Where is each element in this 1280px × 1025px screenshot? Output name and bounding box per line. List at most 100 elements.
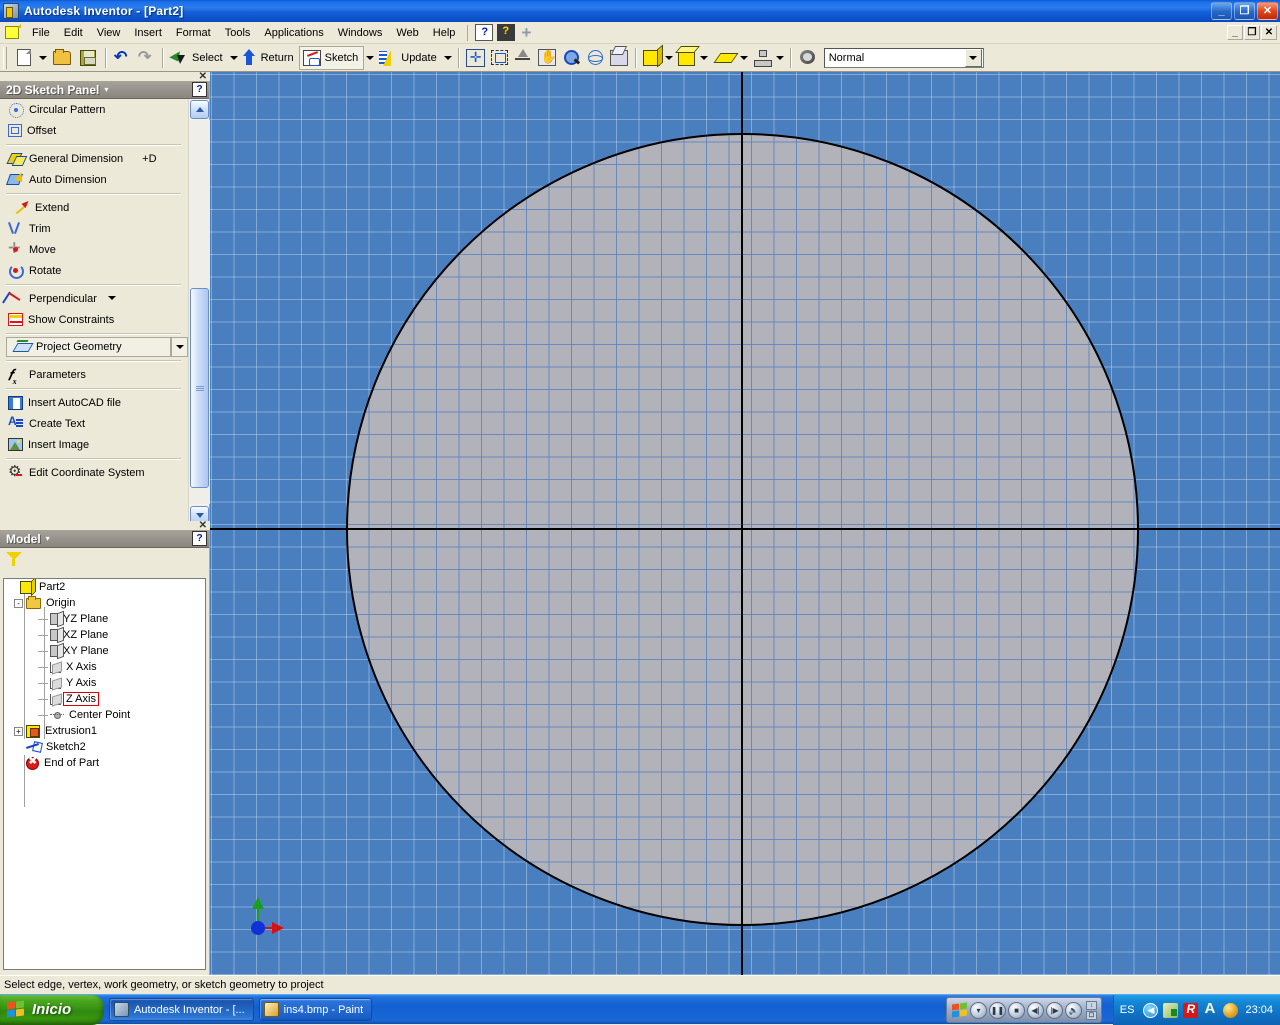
perpendicular-dropdown-arrow[interactable] — [108, 295, 116, 302]
project-geometry-dropdown-arrow[interactable] — [171, 337, 188, 357]
media-resize-buttons[interactable]: ↕☐ — [1086, 999, 1097, 1021]
menu-item-view[interactable]: View — [90, 24, 128, 42]
close-button[interactable]: ✕ — [1257, 2, 1278, 20]
mdi-restore-button[interactable]: ❐ — [1244, 25, 1260, 40]
menu-item-windows[interactable]: Windows — [331, 24, 390, 42]
cd-icon[interactable] — [1223, 1003, 1238, 1018]
model-panel-close-icon[interactable]: ✕ — [199, 521, 207, 530]
sketch-tool-circular-pattern[interactable]: Circular Pattern — [0, 99, 189, 120]
tree-item-sketch2[interactable]: Sketch2 — [4, 739, 205, 755]
save-button[interactable] — [75, 46, 101, 70]
shadow-button[interactable] — [710, 46, 738, 70]
tree-item-xz-plane[interactable]: XZ Plane — [4, 627, 205, 643]
sketch-dropdown-arrow[interactable] — [364, 47, 376, 69]
sketch-tool-create-text[interactable]: Create Text — [0, 413, 189, 434]
media-menu-icon[interactable]: ▾ — [970, 1002, 987, 1019]
open-button[interactable] — [49, 46, 75, 70]
style-combo[interactable]: Normal — [824, 48, 984, 68]
taskbar-item-paint[interactable]: ins4.bmp - Paint — [259, 998, 372, 1021]
redo-button[interactable] — [134, 46, 158, 70]
sketch-tool-trim[interactable]: Trim — [0, 218, 189, 239]
collapse-expander-icon[interactable]: - — [14, 599, 23, 608]
realplayer-icon[interactable] — [1183, 1003, 1198, 1018]
model-panel-header[interactable]: Model ▾ ? — [0, 530, 209, 548]
menu-item-insert[interactable]: Insert — [127, 24, 169, 42]
new-button[interactable] — [11, 46, 37, 70]
avira-icon[interactable] — [1203, 1003, 1218, 1018]
language-indicator[interactable]: ES — [1120, 1004, 1135, 1016]
select-button[interactable]: Select — [167, 46, 228, 70]
chevron-down-icon[interactable]: ▾ — [104, 85, 108, 94]
camera-dropdown-arrow[interactable] — [698, 47, 710, 69]
chevron-down-icon[interactable]: ▾ — [46, 534, 50, 543]
zoom-button[interactable] — [559, 46, 583, 70]
tree-item-part2[interactable]: Part2 — [4, 579, 205, 595]
mdi-minimize-button[interactable]: _ — [1227, 25, 1243, 40]
menu-item-tools[interactable]: Tools — [218, 24, 258, 42]
sketch-tool-show-constraints[interactable]: Show Constraints — [0, 309, 189, 330]
sketch-canvas[interactable] — [210, 72, 1280, 975]
media-prev-button[interactable]: ◀| — [1027, 1002, 1044, 1019]
media-next-button[interactable]: |▶ — [1046, 1002, 1063, 1019]
sketch-tool-perpendicular[interactable]: Perpendicular — [0, 288, 189, 309]
zoom-all-button[interactable] — [511, 46, 535, 70]
component-dropdown-arrow[interactable] — [774, 47, 786, 69]
tree-item-end-of-part[interactable]: End of Part — [4, 755, 205, 771]
media-stop-button[interactable]: ■ — [1008, 1002, 1025, 1019]
mdi-close-button[interactable]: ✕ — [1261, 25, 1277, 40]
sketch-tool-parameters[interactable]: 𝑓x Parameters — [0, 364, 189, 385]
restore-button[interactable]: ❐ — [1234, 2, 1255, 20]
grid-help-icon[interactable] — [497, 24, 515, 41]
sketch-tool-general-dimension[interactable]: General Dimension +D — [0, 148, 189, 169]
display-shaded-button[interactable] — [640, 46, 663, 70]
sketch-tool-insert-autocad-file[interactable]: Insert AutoCAD file — [0, 392, 189, 413]
rotate-view-button[interactable] — [583, 46, 607, 70]
tree-item-yz-plane[interactable]: YZ Plane — [4, 611, 205, 627]
model-browser-tree[interactable]: Part2 - Origin YZ Plane XZ Plane XY Pla — [3, 578, 206, 970]
select-dropdown-arrow[interactable] — [228, 47, 240, 69]
sketch-tool-edit-coordinate-system[interactable]: Edit Coordinate System — [0, 462, 189, 483]
toolbar-grip[interactable] — [3, 47, 7, 69]
help-icon[interactable] — [475, 24, 493, 41]
sketch-panel-header[interactable]: 2D Sketch Panel ▾ ? — [0, 81, 209, 99]
pan-view-button[interactable] — [463, 46, 488, 70]
sketch-panel-scrollbar[interactable] — [188, 99, 209, 525]
style-combo-arrow[interactable] — [965, 49, 982, 67]
tree-item-center-point[interactable]: Center Point — [4, 707, 205, 723]
tree-item-origin[interactable]: - Origin — [4, 595, 205, 611]
media-pause-button[interactable]: ❚❚ — [989, 1002, 1006, 1019]
update-button[interactable]: Update — [376, 46, 441, 70]
scrollbar-track[interactable] — [189, 120, 210, 504]
sketch-tool-move[interactable]: Move — [0, 239, 189, 260]
display-dropdown-arrow[interactable] — [663, 47, 675, 69]
menu-item-web[interactable]: Web — [389, 24, 425, 42]
sketch-tool-project-geometry[interactable]: Project Geometry — [6, 337, 171, 357]
scrollbar-thumb[interactable] — [190, 288, 209, 488]
sketch-tool-insert-image[interactable]: Insert Image — [0, 434, 189, 455]
expand-expander-icon[interactable]: + — [14, 727, 23, 736]
menu-item-format[interactable]: Format — [169, 24, 218, 42]
menu-item-edit[interactable]: Edit — [57, 24, 90, 42]
zoom-window-button[interactable] — [488, 46, 511, 70]
tree-item-extrusion1[interactable]: + Extrusion1 — [4, 723, 205, 739]
undo-button[interactable] — [110, 46, 134, 70]
pan-button[interactable] — [535, 46, 559, 70]
component-button[interactable] — [750, 46, 774, 70]
look-at-button[interactable] — [607, 46, 631, 70]
menu-item-applications[interactable]: Applications — [257, 24, 330, 42]
minimize-button[interactable]: _ — [1211, 2, 1232, 20]
sketch-tool-auto-dimension[interactable]: Auto Dimension — [0, 169, 189, 190]
clock[interactable]: 23:04 — [1245, 1004, 1273, 1016]
tree-item-xy-plane[interactable]: XY Plane — [4, 643, 205, 659]
menu-item-file[interactable]: File — [25, 24, 57, 42]
tree-item-z-axis[interactable]: Z Axis — [4, 691, 205, 707]
media-volume-button[interactable]: 🔈 — [1065, 1002, 1082, 1019]
return-button[interactable]: Return — [240, 46, 299, 70]
tree-item-y-axis[interactable]: Y Axis — [4, 675, 205, 691]
filter-funnel-icon[interactable] — [6, 552, 22, 566]
sketch-tool-extend[interactable]: Extend — [0, 197, 189, 218]
plus-icon[interactable]: + — [517, 25, 535, 40]
sketch-panel-close-icon[interactable]: ✕ — [199, 72, 207, 81]
sketch-tool-offset[interactable]: Offset — [0, 120, 189, 141]
new-dropdown-arrow[interactable] — [37, 47, 49, 69]
